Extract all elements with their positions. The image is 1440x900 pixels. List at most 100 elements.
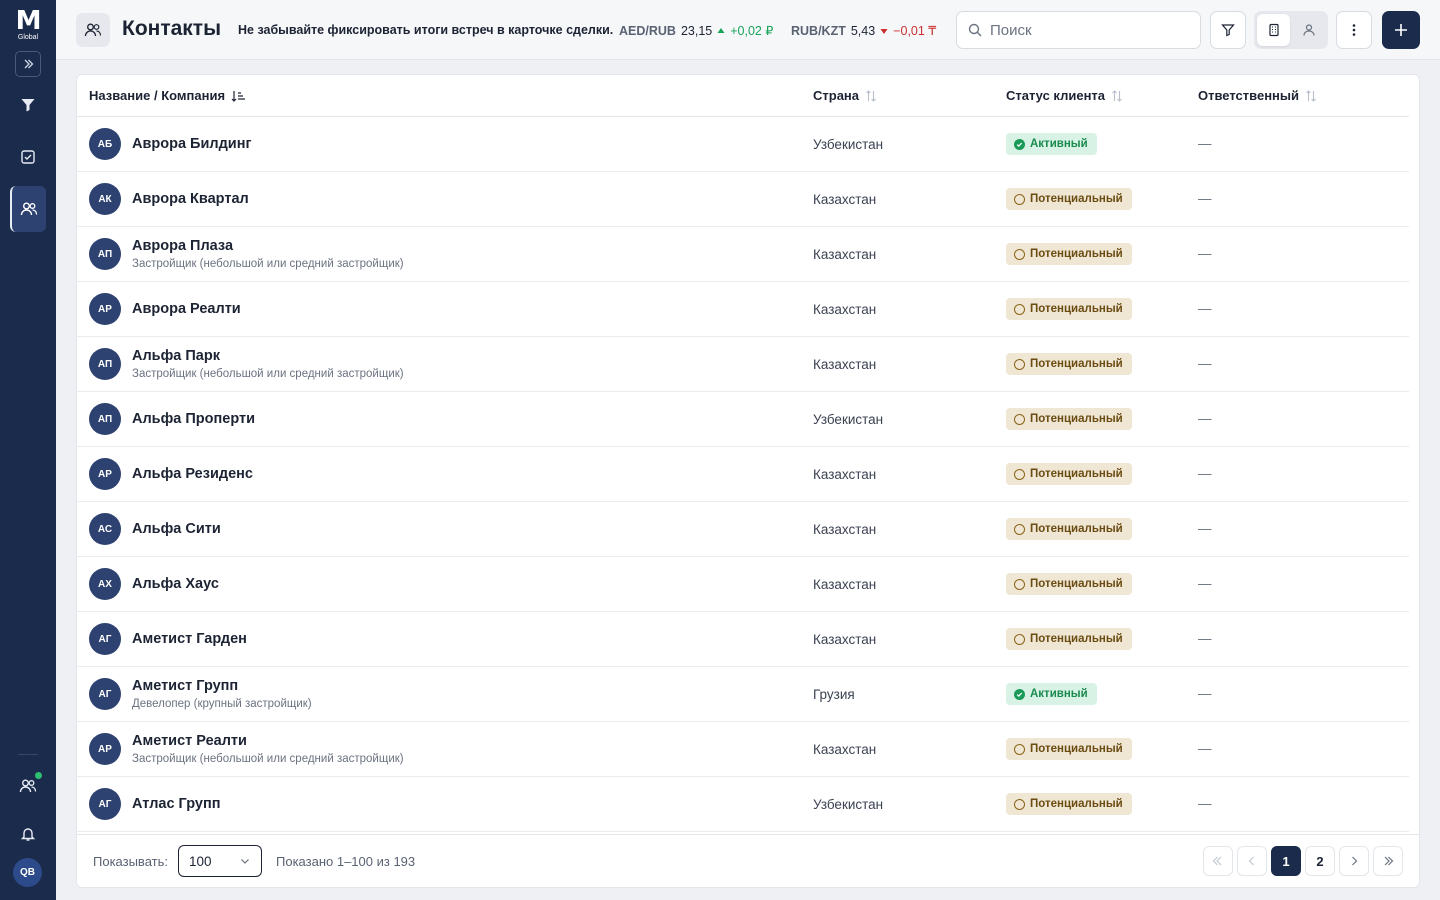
first-page-button[interactable]: [1203, 846, 1233, 876]
company-name[interactable]: Альфа Сити: [132, 521, 221, 537]
company-name[interactable]: Аврора Плаза: [132, 238, 233, 254]
table-row[interactable]: АП Аврора Плаза Застройщик (небольшой или …: [77, 227, 1409, 282]
sidebar-item-funnel[interactable]: [14, 91, 42, 119]
header: Контакты Не забывайте фиксировать итоги …: [56, 0, 1440, 60]
circle-outline-icon: [1014, 743, 1025, 755]
status-badge: Потенциальный: [1006, 463, 1132, 485]
view-persons-button[interactable]: [1292, 14, 1325, 46]
company-name[interactable]: Аметист Групп: [132, 678, 238, 694]
view-companies-button[interactable]: [1257, 14, 1290, 46]
column-label: Страна: [813, 88, 860, 103]
status-label: Потенциальный: [1030, 193, 1123, 205]
company-name[interactable]: Аврора Реалти: [132, 301, 241, 317]
table-row[interactable]: АР Альфа Резиденс Казахстан Потенциальный —: [77, 447, 1409, 502]
company-name[interactable]: Атлас Групп: [132, 796, 220, 812]
company-name[interactable]: Аметист Гарден: [132, 631, 247, 647]
sort-icon: [866, 89, 876, 102]
company-name[interactable]: Аврора Квартал: [132, 191, 249, 207]
country-cell: Казахстан: [813, 192, 877, 207]
search-icon: [968, 23, 982, 37]
expand-sidebar-button[interactable]: [15, 51, 41, 77]
more-options-button[interactable]: [1336, 11, 1372, 49]
sidebar: M Global QB: [0, 0, 56, 900]
add-contact-button[interactable]: [1382, 11, 1420, 49]
table-row[interactable]: АГ Атлас Групп Узбекистан Потенциальный —: [77, 777, 1409, 832]
user-avatar[interactable]: QB: [13, 858, 42, 887]
page-button-1[interactable]: 1: [1271, 846, 1301, 876]
filter-button[interactable]: [1210, 11, 1246, 49]
status-badge: Потенциальный: [1006, 738, 1132, 760]
table-row[interactable]: АГ Аметист Групп Девелопер (крупный застро…: [77, 667, 1409, 722]
company-avatar: АП: [89, 403, 121, 435]
search-input[interactable]: [990, 21, 1180, 39]
table-row[interactable]: АР Аметист Реалти Застройщик (небольшой ил…: [77, 722, 1409, 777]
country-cell: Казахстан: [813, 247, 877, 262]
owner-cell: —: [1198, 136, 1212, 151]
circle-outline-icon: [1014, 523, 1025, 535]
status-badge: Потенциальный: [1006, 188, 1132, 210]
sidebar-item-tasks[interactable]: [14, 143, 42, 171]
column-header-owner[interactable]: Ответственный: [1198, 88, 1317, 103]
column-label: Ответственный: [1198, 88, 1299, 103]
company-name[interactable]: Альфа Проперти: [132, 411, 255, 427]
owner-cell: —: [1198, 631, 1212, 646]
table-row[interactable]: АГ Аметист Гарден Казахстан Потенциальный —: [77, 612, 1409, 667]
status-badge: Потенциальный: [1006, 353, 1132, 375]
more-vertical-icon: [1352, 24, 1356, 36]
chevron-right-icon: [1352, 856, 1358, 866]
next-page-button[interactable]: [1339, 846, 1369, 876]
status-badge: Потенциальный: [1006, 298, 1132, 320]
column-header-name[interactable]: Название / Компания: [89, 88, 246, 103]
sidebar-item-contacts[interactable]: [10, 186, 46, 232]
per-page-select[interactable]: 100: [178, 845, 262, 877]
contacts-icon: [20, 202, 38, 216]
company-avatar: АР: [89, 293, 121, 325]
circle-outline-icon: [1014, 248, 1025, 260]
owner-cell: —: [1198, 411, 1212, 426]
status-badge: Потенциальный: [1006, 793, 1132, 815]
table-row[interactable]: АБ Аврора Билдинг Узбекистан Активный —: [77, 117, 1409, 172]
company-name[interactable]: Альфа Резиденс: [132, 466, 253, 482]
owner-cell: —: [1198, 301, 1212, 316]
sidebar-item-notifications[interactable]: [14, 820, 42, 848]
table-row[interactable]: АХ Альфа Хаус Казахстан Потенциальный —: [77, 557, 1409, 612]
rate-value: 23,15: [680, 23, 713, 38]
company-name[interactable]: Альфа Хаус: [132, 576, 219, 592]
column-label: Название / Компания: [89, 88, 226, 103]
table-row[interactable]: АК Аврора Квартал Казахстан Потенциальный —: [77, 172, 1409, 227]
chevrons-right-icon: [24, 59, 34, 69]
company-avatar: АР: [89, 733, 121, 765]
column-header-status[interactable]: Статус клиента: [1006, 88, 1123, 103]
table-row[interactable]: АП Альфа Проперти Узбекистан Потенциальный —: [77, 392, 1409, 447]
rate-change: −0,01 ₸: [893, 24, 937, 38]
page-icon: [76, 13, 110, 47]
logo[interactable]: M Global: [12, 8, 44, 42]
rate-value: 5,43: [850, 23, 876, 38]
company-name[interactable]: Аметист Реалти: [132, 733, 247, 749]
table-row[interactable]: АП Альфа Парк Застройщик (небольшой или ср…: [77, 337, 1409, 392]
company-type: Застройщик (небольшой или средний застро…: [132, 753, 404, 765]
sidebar-item-team[interactable]: [14, 772, 42, 800]
rate-pair: RUB/KZT: [791, 23, 846, 38]
search-box[interactable]: [956, 11, 1201, 49]
contacts-icon: [84, 23, 102, 37]
owner-cell: —: [1198, 356, 1212, 371]
column-header-country[interactable]: Страна: [813, 88, 877, 103]
table-scrollbar[interactable]: [1410, 75, 1419, 834]
page-button-2[interactable]: 2: [1305, 846, 1335, 876]
company-type: Застройщик (небольшой или средний застро…: [132, 258, 404, 270]
company-name[interactable]: Альфа Парк: [132, 348, 220, 364]
company-type: Девелопер (крупный застройщик): [132, 698, 312, 710]
notice-text: Не забывайте фиксировать итоги встреч в …: [238, 23, 614, 37]
circle-outline-icon: [1014, 468, 1025, 480]
company-name[interactable]: Аврора Билдинг: [132, 136, 252, 152]
table-row[interactable]: АР Аврора Реалти Казахстан Потенциальный —: [77, 282, 1409, 337]
prev-page-button[interactable]: [1237, 846, 1267, 876]
task-check-icon: [21, 150, 35, 164]
status-label: Потенциальный: [1030, 798, 1123, 810]
status-badge: Потенциальный: [1006, 408, 1132, 430]
last-page-button[interactable]: [1373, 846, 1403, 876]
check-circle-icon: [1014, 138, 1025, 150]
company-avatar: АП: [89, 348, 121, 380]
table-row[interactable]: АС Альфа Сити Казахстан Потенциальный —: [77, 502, 1409, 557]
